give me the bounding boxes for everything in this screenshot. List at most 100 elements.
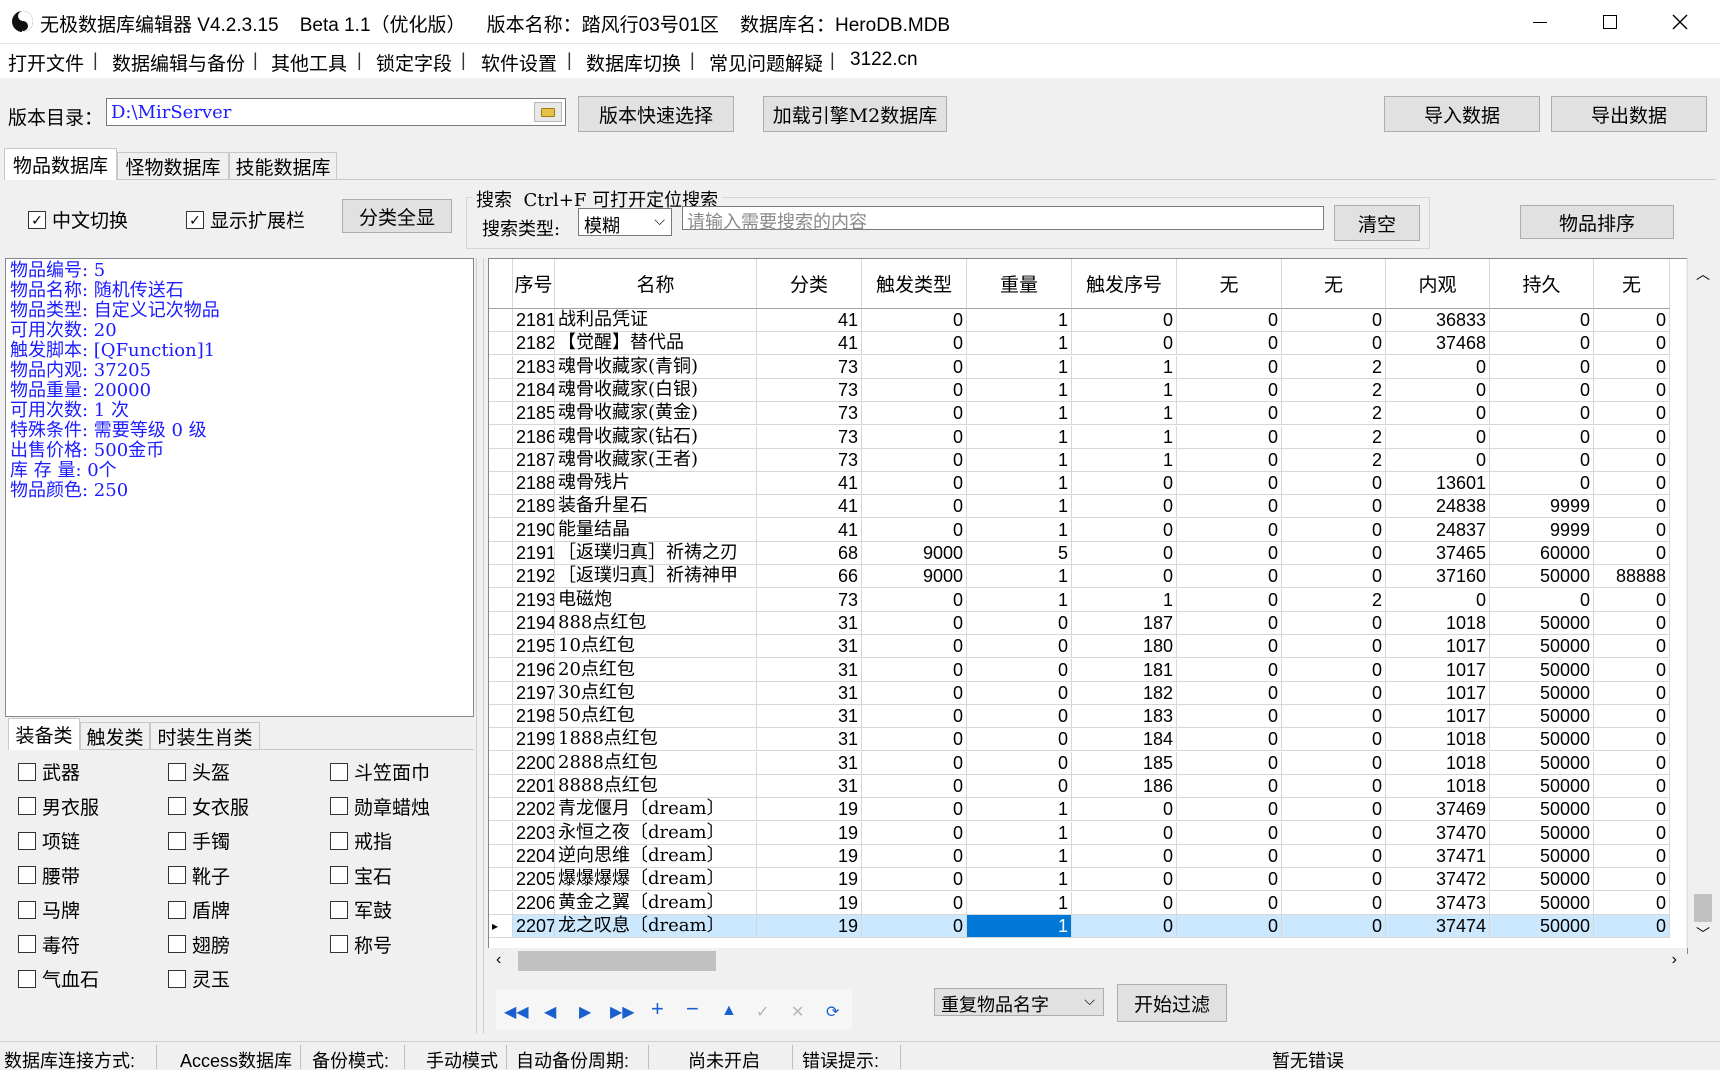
column-header[interactable]: 触发类型: [862, 259, 967, 309]
category-checkbox[interactable]: 戒指: [330, 827, 392, 854]
table-cell[interactable]: 0: [1072, 472, 1177, 496]
table-cell[interactable]: 9999: [1490, 518, 1594, 542]
table-cell[interactable]: 31: [757, 658, 862, 682]
table-cell[interactable]: 0: [1177, 914, 1282, 938]
table-cell[interactable]: 1: [967, 588, 1072, 612]
category-checkbox[interactable]: 项链: [18, 827, 80, 854]
table-cell[interactable]: 1: [967, 378, 1072, 402]
table-cell[interactable]: 41: [757, 309, 862, 332]
table-cell[interactable]: 0: [1490, 448, 1594, 472]
table-cell[interactable]: 37160: [1386, 565, 1490, 589]
table-cell[interactable]: 1018: [1386, 751, 1490, 775]
table-cell[interactable]: 1: [967, 332, 1072, 356]
table-cell[interactable]: 2: [1282, 448, 1386, 472]
search-type-select[interactable]: 模糊 ⌵: [578, 208, 672, 236]
table-cell[interactable]: 888点红包: [555, 611, 757, 635]
table-row[interactable]: 2186 魂骨收藏家(钻石) 73 0 1 1 0 2 0 0 0: [489, 425, 1687, 449]
table-cell[interactable]: 2187: [513, 448, 555, 472]
column-header[interactable]: 序号: [513, 259, 555, 309]
table-cell[interactable]: 37471: [1386, 844, 1490, 868]
table-cell[interactable]: 0: [1177, 868, 1282, 892]
table-cell[interactable]: 8888点红包: [555, 775, 757, 798]
table-cell[interactable]: 0: [1282, 495, 1386, 519]
table-cell[interactable]: 0: [1594, 588, 1670, 612]
row-indicator[interactable]: [489, 448, 513, 472]
table-cell[interactable]: 31: [757, 611, 862, 635]
row-indicator[interactable]: [489, 775, 513, 798]
menu-open-file[interactable]: 打开文件: [8, 49, 84, 76]
browse-folder-button[interactable]: [534, 102, 562, 122]
table-cell[interactable]: 0: [1177, 891, 1282, 915]
table-cell[interactable]: ［返璞归真］祈祷之刃: [555, 542, 757, 565]
table-cell[interactable]: 37470: [1386, 821, 1490, 845]
table-cell[interactable]: 0: [1490, 355, 1594, 379]
column-header[interactable]: 重量: [967, 259, 1072, 309]
table-cell[interactable]: 41: [757, 332, 862, 356]
table-row[interactable]: 2187 魂骨收藏家(王者) 73 0 1 1 0 2 0 0 0: [489, 448, 1687, 472]
table-cell[interactable]: 0: [862, 914, 967, 938]
table-cell[interactable]: 1: [967, 914, 1072, 938]
table-cell[interactable]: 1: [967, 844, 1072, 868]
category-checkbox[interactable]: 武器: [18, 758, 80, 785]
table-cell[interactable]: 41: [757, 472, 862, 496]
table-cell[interactable]: 2: [1282, 588, 1386, 612]
nav-edit-icon[interactable]: ▲: [721, 1002, 737, 1020]
table-cell[interactable]: 0: [1072, 332, 1177, 356]
category-checkbox[interactable]: 女衣服: [168, 793, 249, 820]
table-cell[interactable]: 0: [1594, 658, 1670, 682]
table-cell[interactable]: 185: [1072, 751, 1177, 775]
chinese-switch-checkbox[interactable]: ✓ 中文切换: [28, 206, 128, 233]
table-cell[interactable]: 0: [1386, 425, 1490, 449]
table-cell[interactable]: 0: [1072, 309, 1177, 332]
table-cell[interactable]: 2188: [513, 472, 555, 496]
table-cell[interactable]: 50000: [1490, 868, 1594, 892]
row-indicator[interactable]: [489, 798, 513, 822]
table-cell[interactable]: 0: [862, 518, 967, 542]
table-cell[interactable]: 0: [967, 611, 1072, 635]
table-cell[interactable]: 电磁炮: [555, 588, 757, 612]
table-cell[interactable]: 37474: [1386, 914, 1490, 938]
table-cell[interactable]: 0: [1594, 821, 1670, 845]
table-cell[interactable]: 0: [1282, 798, 1386, 822]
table-cell[interactable]: 0: [1594, 378, 1670, 402]
table-cell[interactable]: 0: [1177, 542, 1282, 565]
table-cell[interactable]: 0: [1177, 821, 1282, 845]
table-cell[interactable]: 永恒之夜〔dream〕: [555, 821, 757, 845]
table-cell[interactable]: 73: [757, 588, 862, 612]
table-cell[interactable]: 魂骨收藏家(王者): [555, 448, 757, 472]
table-cell[interactable]: 逆向思维〔dream〕: [555, 844, 757, 868]
row-indicator[interactable]: [489, 542, 513, 565]
table-row[interactable]: 2181 战利品凭证 41 0 1 0 0 0 36833 0 0: [489, 309, 1687, 332]
table-cell[interactable]: 0: [1594, 914, 1670, 938]
table-cell[interactable]: 0: [1282, 751, 1386, 775]
row-indicator[interactable]: [489, 402, 513, 426]
table-cell[interactable]: 9999: [1490, 495, 1594, 519]
table-cell[interactable]: 0: [862, 472, 967, 496]
table-cell[interactable]: 0: [862, 798, 967, 822]
table-cell[interactable]: 19: [757, 798, 862, 822]
table-cell[interactable]: 0: [862, 332, 967, 356]
table-cell[interactable]: 0: [1177, 588, 1282, 612]
table-cell[interactable]: 0: [1072, 891, 1177, 915]
table-row[interactable]: 2199 1888点红包 31 0 0 184 0 0 1018 50000 0: [489, 728, 1687, 752]
table-cell[interactable]: 41: [757, 495, 862, 519]
table-row[interactable]: 2194 888点红包 31 0 0 187 0 0 1018 50000 0: [489, 611, 1687, 635]
dir-input[interactable]: D:\MirServer: [106, 98, 566, 126]
table-cell[interactable]: 19: [757, 891, 862, 915]
column-header[interactable]: 无: [1282, 259, 1386, 309]
table-cell[interactable]: 0: [1282, 844, 1386, 868]
row-indicator[interactable]: [489, 868, 513, 892]
table-cell[interactable]: 战利品凭证: [555, 309, 757, 332]
table-cell[interactable]: 20点红包: [555, 658, 757, 682]
table-row[interactable]: 2197 30点红包 31 0 0 182 0 0 1017 50000 0: [489, 681, 1687, 705]
table-cell[interactable]: 60000: [1490, 542, 1594, 565]
table-cell[interactable]: 68: [757, 542, 862, 565]
table-cell[interactable]: 2192: [513, 565, 555, 589]
table-cell[interactable]: 0: [862, 705, 967, 729]
category-checkbox[interactable]: 军鼓: [330, 896, 392, 923]
table-cell[interactable]: 0: [967, 728, 1072, 752]
table-cell[interactable]: 1018: [1386, 728, 1490, 752]
minimize-button[interactable]: [1505, 0, 1575, 44]
vertical-scrollbar-track[interactable]: ︿ ﹀: [1687, 258, 1717, 948]
column-header[interactable]: 无: [1594, 259, 1670, 309]
